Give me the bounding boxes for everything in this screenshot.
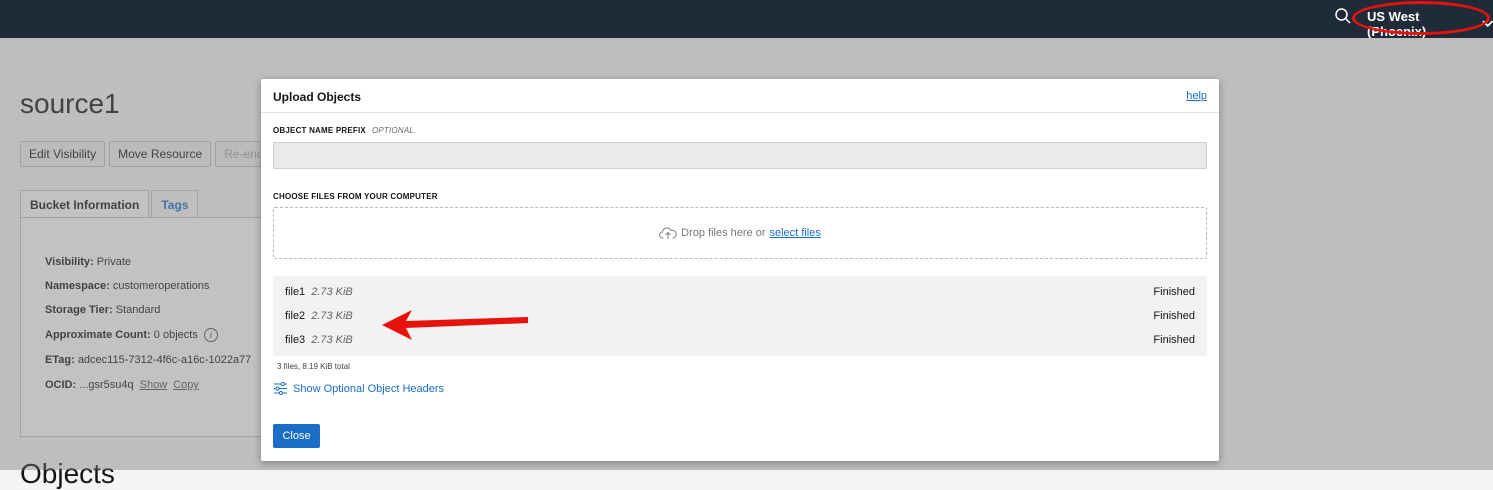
file-size: 2.73 KiB [311, 334, 353, 346]
file-name: file3 [285, 334, 305, 346]
optional-headers-label: Show Optional Object Headers [293, 383, 444, 395]
file-status: Finished [1153, 310, 1195, 322]
cloud-upload-icon [659, 227, 677, 240]
dialog-title: Upload Objects [273, 90, 361, 104]
file-list-item: file3 2.73 KiB Finished [285, 334, 1195, 346]
object-name-prefix-label: OBJECT NAME PREFIX OPTIONAL [273, 126, 414, 135]
file-size: 2.73 KiB [311, 310, 353, 322]
close-button[interactable]: Close [273, 424, 320, 448]
help-link[interactable]: help [1186, 90, 1207, 102]
dialog-header-divider [261, 112, 1219, 113]
region-label: US West (Phoenix) [1367, 9, 1478, 39]
upload-objects-dialog: Upload Objects help OBJECT NAME PREFIX OP… [261, 79, 1219, 461]
show-optional-headers-link[interactable]: Show Optional Object Headers [273, 382, 444, 395]
file-size: 2.73 KiB [311, 286, 353, 298]
upload-summary: 3 files, 8.19 KiB total [277, 362, 350, 371]
file-drop-zone[interactable]: Drop files here or select files [273, 207, 1207, 259]
file-status: Finished [1153, 334, 1195, 346]
file-status: Finished [1153, 286, 1195, 298]
optional-tag: OPTIONAL [372, 126, 414, 135]
file-name: file1 [285, 286, 305, 298]
top-navigation-bar: US West (Phoenix) [0, 0, 1493, 38]
file-name: file2 [285, 310, 305, 322]
choose-files-label: CHOOSE FILES FROM YOUR COMPUTER [273, 192, 438, 201]
select-files-link[interactable]: select files [770, 227, 821, 239]
chevron-down-icon [1482, 20, 1493, 28]
file-list-item: file2 2.73 KiB Finished [285, 310, 1195, 322]
search-icon[interactable] [1334, 7, 1352, 25]
region-selector[interactable]: US West (Phoenix) [1367, 9, 1493, 39]
prefix-label-text: OBJECT NAME PREFIX [273, 126, 366, 135]
file-list-item: file1 2.73 KiB Finished [285, 286, 1195, 298]
object-name-prefix-input[interactable] [273, 142, 1207, 169]
sliders-icon [273, 382, 288, 395]
drop-files-text: Drop files here or [681, 227, 765, 239]
